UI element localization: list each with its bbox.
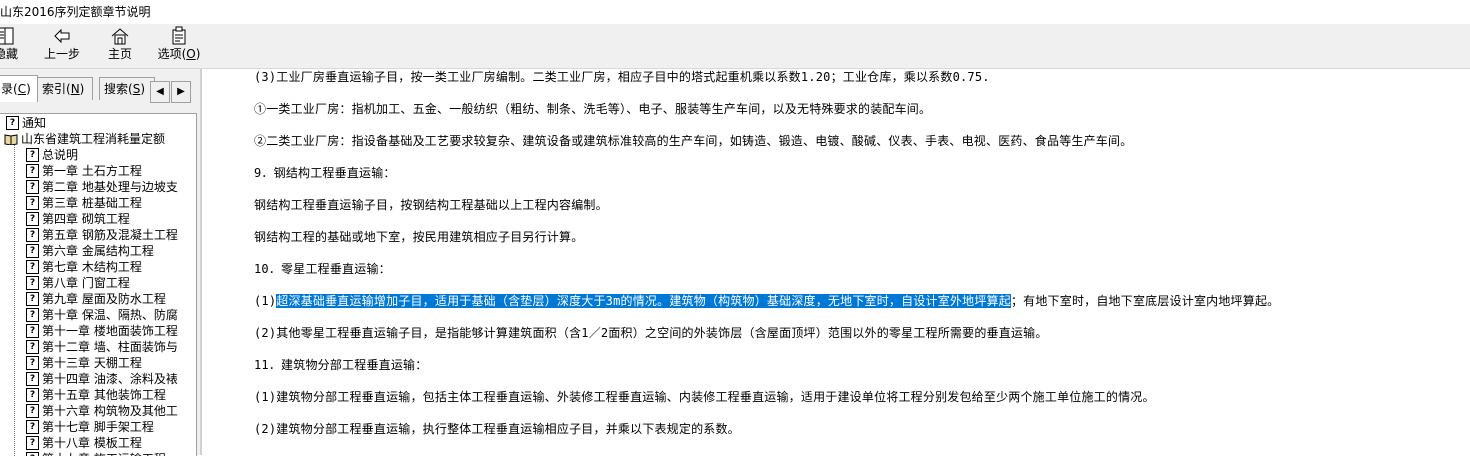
- content-paragraph: ②二类工业厂房：指设备基础及工艺要求较复杂、建筑设备或建筑标准较高的生产车间，如…: [254, 134, 1133, 148]
- help-topic-icon: ?: [26, 308, 39, 322]
- tab-scroll-right-button[interactable]: ▶: [171, 81, 191, 103]
- help-topic-icon: ?: [26, 324, 39, 338]
- options-icon: [172, 26, 186, 45]
- help-topic-icon: ?: [26, 452, 39, 456]
- content-paragraph: (3)工业厂房垂直运输子目，按一类工业厂房编制。二类工业厂房，相应子目中的塔式起…: [254, 70, 990, 84]
- help-topic-icon: ?: [26, 196, 39, 210]
- tree-guide-line: [14, 136, 15, 456]
- help-topic-icon: ?: [26, 212, 39, 226]
- tree-item-chapter[interactable]: ? 第八章 门窗工程: [26, 275, 130, 291]
- tree-item-chapter[interactable]: ? 第五章 钢筋及混凝土工程: [26, 227, 178, 243]
- home-icon: [111, 28, 129, 45]
- toolbar: 隐藏 上一步 主页 选项(O): [0, 24, 1470, 69]
- tree-item-chapter[interactable]: ? 第十一章 楼地面装饰工程: [26, 323, 178, 339]
- tree-item-chapter[interactable]: ? 第九章 屋面及防水工程: [26, 291, 166, 307]
- content-paragraph: 11．建筑物分部工程垂直运输：: [254, 358, 428, 372]
- navigation-pane: 目录(C) 索引(N) 搜索(S) ◀ ▶ ?通知 山东省建筑工程消耗量定额 ?…: [0, 69, 200, 456]
- tree-item-chapter[interactable]: ?第十九章 施工运输工程: [26, 451, 166, 456]
- contents-tree: ? 通知 山东省建筑工程消耗量定额 ? 总说明? 第一章 土石方工程? 第二章 地基处理…: [0, 113, 197, 456]
- open-book-icon: [4, 134, 18, 145]
- tree-item-chapter[interactable]: ? 第三章 桩基础工程: [26, 195, 142, 211]
- tree-item-chapter[interactable]: ? 第十二章 墙、柱面装饰与: [26, 339, 178, 355]
- content-paragraph: 钢结构工程的基础或地下室，按民用建筑相应子目另行计算。: [254, 230, 584, 244]
- home-button[interactable]: 主页: [100, 24, 140, 68]
- tree-item-chapter[interactable]: ? 第十三章 天棚工程: [26, 355, 142, 371]
- help-topic-icon: ?: [26, 292, 39, 306]
- tree-item-chapter[interactable]: ? 第十八章 模板工程: [26, 435, 142, 451]
- tree-item-chapter[interactable]: ? 第十七章 脚手架工程: [26, 419, 154, 435]
- tree-item-chapter[interactable]: ? 第二章 地基处理与边坡支: [26, 179, 178, 195]
- help-topic-icon: ?: [26, 388, 39, 402]
- content-paragraph: (1)建筑物分部工程垂直运输，包括主体工程垂直运输、外装修工程垂直运输、内装修工…: [254, 390, 1155, 404]
- selected-text[interactable]: 超深基础垂直运输增加子目，适用于基础（含垫层）深度大于3m的情况。建筑物（构筑物…: [276, 294, 1011, 308]
- tree-item-chapter[interactable]: ? 第七章 木结构工程: [26, 259, 142, 275]
- help-topic-icon: ?: [26, 276, 39, 290]
- help-topic-icon: ?: [26, 228, 39, 242]
- tree-item-chapter[interactable]: ? 第十四章 油漆、涂料及裱: [26, 371, 178, 387]
- title-bar: 山东2016序列定额章节说明: [0, 0, 1470, 24]
- help-topic-icon: ?: [26, 420, 39, 434]
- home-button-label: 主页: [107, 47, 132, 61]
- help-topic-icon: ?: [26, 372, 39, 386]
- help-topic-icon: ?: [26, 260, 39, 274]
- help-topic-icon: ?: [26, 404, 39, 418]
- triangle-right-icon: ▶: [177, 86, 185, 97]
- content-paragraph: 9．钢结构工程垂直运输：: [254, 166, 396, 180]
- tree-item-chapter[interactable]: ? 总说明: [26, 147, 78, 163]
- tree-item-chapter[interactable]: ? 第一章 土石方工程: [26, 163, 142, 179]
- content-body: (3)工业厂房垂直运输子目，按一类工业厂房编制。二类工业厂房，相应子目中的塔式起…: [202, 69, 1470, 455]
- tab-index[interactable]: 索引(N): [37, 77, 93, 100]
- hide-button-label: 隐藏: [0, 47, 18, 61]
- tree-item-chapter[interactable]: ? 第十五章 其他装饰工程: [26, 387, 166, 403]
- tree-item-chapter[interactable]: ? 第四章 砌筑工程: [26, 211, 130, 227]
- content-paragraph: 10．零星工程垂直运输：: [254, 262, 391, 276]
- content-paragraph: (2)其他零星工程垂直运输子目，是指能够计算建筑面积（含1／2面积）之空间的外装…: [254, 326, 1048, 340]
- help-topic-icon: ?: [26, 356, 39, 370]
- tree-item-book[interactable]: 山东省建筑工程消耗量定额: [4, 131, 165, 147]
- triangle-left-icon: ◀: [156, 86, 164, 97]
- tree-item-chapter[interactable]: ? 第十六章 构筑物及其他工: [26, 403, 178, 419]
- tree-item-chapter[interactable]: ? 第十章 保温、隔热、防腐: [26, 307, 178, 323]
- hide-pane-icon: [0, 27, 14, 45]
- options-button[interactable]: 选项(O): [154, 24, 204, 68]
- help-topic-icon: ?: [26, 164, 39, 178]
- tree-item-chapter[interactable]: ? 第六章 金属结构工程: [26, 243, 154, 259]
- content-pane: (3)工业厂房垂直运输子目，按一类工业厂房编制。二类工业厂房，相应子目中的塔式起…: [200, 69, 1470, 455]
- back-arrow-icon: [54, 28, 70, 44]
- navigation-tabs: 目录(C) 索引(N) 搜索(S) ◀ ▶: [0, 75, 200, 103]
- help-topic-icon: ?: [26, 436, 39, 450]
- options-button-label: 选项(O): [157, 47, 201, 61]
- content-paragraph: 钢结构工程垂直运输子目，按钢结构工程基础以上工程内容编制。: [254, 198, 608, 212]
- help-topic-icon: ?: [26, 244, 39, 258]
- content-paragraph: (2)建筑物分部工程垂直运输，执行整体工程垂直运输相应子目，并乘以下表规定的系数…: [254, 422, 740, 436]
- back-button[interactable]: 上一步: [40, 24, 84, 68]
- help-topic-icon: ?: [26, 148, 39, 162]
- tab-contents[interactable]: 目录(C): [0, 75, 38, 102]
- help-topic-icon: ?: [26, 340, 39, 354]
- tree-item-notice[interactable]: ? 通知: [6, 115, 46, 131]
- content-paragraph: (1)超深基础垂直运输增加子目，适用于基础（含垫层）深度大于3m的情况。建筑物（…: [254, 294, 1280, 308]
- tab-search[interactable]: 搜索(S): [99, 77, 155, 100]
- help-topic-icon: ?: [6, 116, 19, 130]
- help-topic-icon: ?: [26, 180, 39, 194]
- back-button-label: 上一步: [43, 47, 80, 61]
- window-title: 山东2016序列定额章节说明: [0, 5, 151, 19]
- hide-button[interactable]: 隐藏: [0, 24, 26, 68]
- tab-scroll-left-button[interactable]: ◀: [150, 81, 170, 103]
- content-paragraph: ①一类工业厂房：指机加工、五金、一般纺织（粗纺、制条、洗毛等）、电子、服装等生产…: [254, 102, 932, 116]
